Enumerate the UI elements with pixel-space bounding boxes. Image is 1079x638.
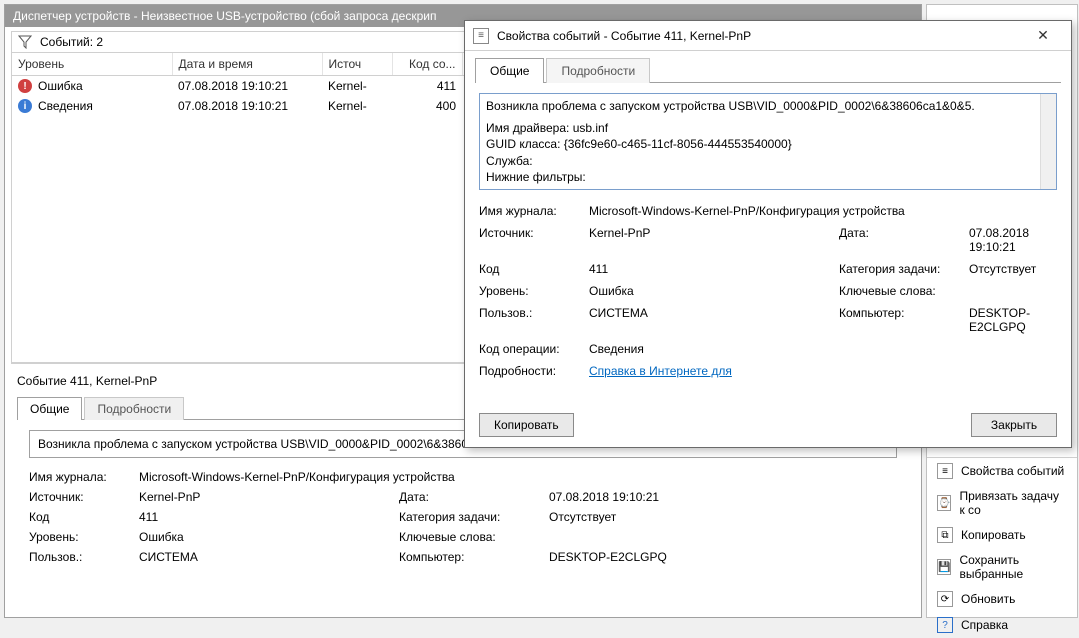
val-taskcat: Отсутствует [549,510,897,524]
val-level: Ошибка [589,284,839,298]
action-refresh[interactable]: ⟳ Обновить [927,586,1077,612]
action-label: Привязать задачу к со [959,489,1067,517]
dialog-title-text: Свойства событий - Событие 411, Kernel-P… [497,29,751,43]
val-computer: DESKTOP-E2CLGPQ [549,550,897,564]
val-source: Kernel-PnP [589,226,839,254]
close-button[interactable]: Закрыть [971,413,1057,437]
lbl-details: Подробности: [479,364,589,378]
refresh-icon: ⟳ [937,591,953,607]
dialog-description-box[interactable]: Возникла проблема с запуском устройства … [479,93,1057,190]
val-computer: DESKTOP-E2CLGPQ [969,306,1057,334]
filter-icon [18,35,32,49]
lbl-opcode: Код операции: [479,342,589,356]
scrollbar[interactable] [1040,94,1056,189]
tab-general[interactable]: Общие [17,397,82,420]
action-save-selected[interactable]: 💾 Сохранить выбранные [927,548,1077,586]
val-date: 07.08.2018 19:10:21 [969,226,1057,254]
lbl-keywords: Ключевые слова: [839,284,969,298]
val-log: Microsoft-Windows-Kernel-PnP/Конфигураци… [139,470,897,484]
desc-driver: Имя драйвера: usb.inf [486,120,1030,136]
lbl-user: Пользов.: [479,306,589,334]
desc-service: Служба: [486,153,1030,169]
error-icon: ! [18,79,32,93]
help-icon: ? [937,617,953,633]
event-code: 411 [392,76,462,97]
action-label: Копировать [961,528,1026,542]
desc-lower-filters: Нижние фильтры: [486,169,1030,185]
action-label: Сохранить выбранные [959,553,1067,581]
lbl-taskcat: Категория задачи: [839,262,969,276]
col-level[interactable]: Уровень [12,53,172,76]
event-log-icon: ≡ [473,28,489,44]
val-code: 411 [589,262,839,276]
lbl-source: Источник: [479,226,589,254]
lbl-user: Пользов.: [29,550,139,564]
col-datetime[interactable]: Дата и время [172,53,322,76]
info-icon: i [18,99,32,113]
col-source[interactable]: Источ [322,53,392,76]
detail-description-text: Возникла проблема с запуском устройства … [38,437,527,451]
lbl-computer: Компьютер: [399,550,549,564]
action-label: Свойства событий [961,464,1064,478]
val-date: 07.08.2018 19:10:21 [549,490,897,504]
val-keywords [969,284,1057,298]
dialog-tab-general[interactable]: Общие [475,58,544,83]
val-keywords [549,530,897,544]
lbl-code: Код [479,262,589,276]
lbl-date: Дата: [399,490,549,504]
dialog-kv-grid: Имя журнала: Microsoft-Windows-Kernel-Pn… [479,204,1057,378]
lbl-keywords: Ключевые слова: [399,530,549,544]
dialog-titlebar[interactable]: ≡ Свойства событий - Событие 411, Kernel… [465,21,1071,51]
online-help-link[interactable]: Справка в Интернете для [589,364,732,378]
filter-summary: Событий: 2 [40,35,103,49]
event-source: Kernel- [322,96,392,116]
action-attach-task[interactable]: ⌚ Привязать задачу к со [927,484,1077,522]
action-label: Справка [961,618,1008,632]
event-properties-dialog: ≡ Свойства событий - Событие 411, Kernel… [464,20,1072,448]
action-copy[interactable]: ⧉ Копировать [927,522,1077,548]
val-log: Microsoft-Windows-Kernel-PnP/Конфигураци… [589,204,1057,218]
dialog-tabs: Общие Подробности [475,57,1061,83]
val-code: 411 [139,510,399,524]
attach-task-icon: ⌚ [937,495,951,511]
close-icon[interactable]: ✕ [1023,27,1063,44]
desc-line: Возникла проблема с запуском устройства … [486,98,1030,114]
action-help[interactable]: ? Справка [927,612,1077,638]
lbl-date: Дата: [839,226,969,254]
val-opcode: Сведения [589,342,1057,356]
copy-icon: ⧉ [937,527,953,543]
lbl-log: Имя журнала: [29,470,139,484]
action-event-properties[interactable]: ≡ Свойства событий [927,458,1077,484]
detail-kv-grid: Имя журнала: Microsoft-Windows-Kernel-Pn… [29,470,897,564]
event-level: Ошибка [38,79,83,93]
event-datetime: 07.08.2018 19:10:21 [172,96,322,116]
action-label: Обновить [961,592,1015,606]
col-code[interactable]: Код со... [392,53,462,76]
tab-details[interactable]: Подробности [84,397,184,420]
val-level: Ошибка [139,530,399,544]
lbl-level: Уровень: [479,284,589,298]
desc-guid: GUID класса: {36fc9e60-c465-11cf-8056-44… [486,136,1030,152]
val-user: СИСТЕМА [589,306,839,334]
lbl-code: Код [29,510,139,524]
lbl-source: Источник: [29,490,139,504]
val-user: СИСТЕМА [139,550,399,564]
lbl-log: Имя журнала: [479,204,589,218]
val-source: Kernel-PnP [139,490,399,504]
save-icon: 💾 [937,559,951,575]
val-taskcat: Отсутствует [969,262,1057,276]
event-code: 400 [392,96,462,116]
dialog-tab-details[interactable]: Подробности [546,58,650,83]
lbl-taskcat: Категория задачи: [399,510,549,524]
lbl-level: Уровень: [29,530,139,544]
copy-button[interactable]: Копировать [479,413,574,437]
event-level: Сведения [38,99,93,113]
event-datetime: 07.08.2018 19:10:21 [172,76,322,97]
lbl-computer: Компьютер: [839,306,969,334]
properties-icon: ≡ [937,463,953,479]
event-source: Kernel- [322,76,392,97]
